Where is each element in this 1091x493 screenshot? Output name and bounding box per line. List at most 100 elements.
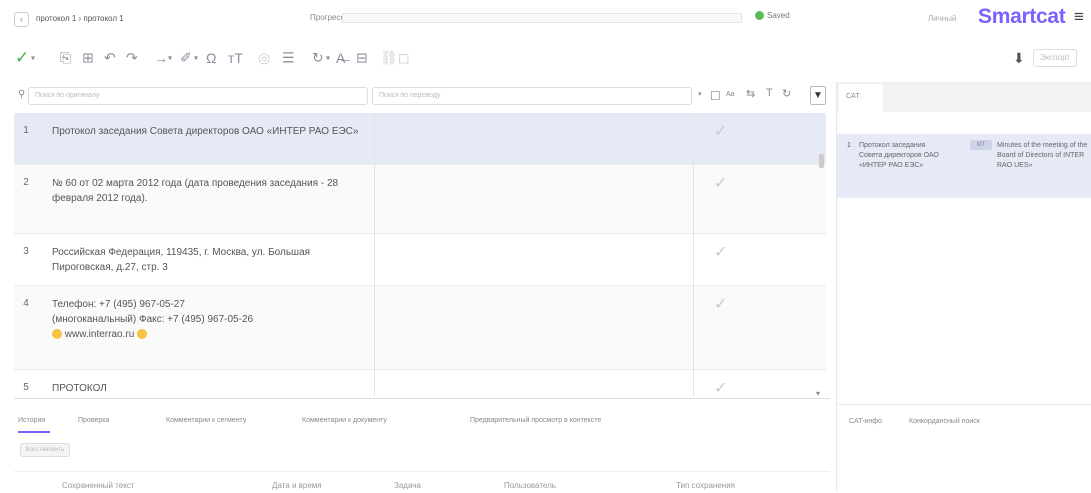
select-all-checkbox[interactable]: ☐ (710, 89, 721, 103)
match-type-badge: MT (970, 140, 992, 150)
tab-segment-comments[interactable]: Комментарии к сегменту (166, 417, 246, 424)
active-tab-indicator (18, 431, 50, 433)
match-case-toggle[interactable]: Aa (726, 91, 735, 98)
download-icon[interactable]: ⬇ (1013, 50, 1025, 67)
editor-toolbar: ✓ ▾ ⎘ ⊞ ↶ ↷ → ▾ ✐ ▾ Ω ᴛT ◎ ☰ ↻ ▾ A̶ ⊟ ⛓ … (0, 38, 1091, 78)
restore-button[interactable]: Восстановить (20, 443, 70, 457)
confirm-status-icon[interactable]: ✓ (714, 294, 727, 314)
segment-row[interactable]: 5 ПРОТОКОЛ ✓ (14, 370, 826, 396)
scroll-down-icon[interactable]: ▾ (816, 389, 820, 398)
segment-source: № 60 от 02 марта 2012 года (дата проведе… (52, 178, 339, 204)
segment-source-line: www.interrao.ru (52, 327, 362, 342)
filter-funnel-icon[interactable]: ▼ (810, 86, 826, 105)
insert-tags-icon[interactable]: ⊞ (82, 50, 94, 67)
segment-target-editor[interactable] (374, 165, 694, 233)
segment-target-editor[interactable] (374, 370, 694, 396)
segment-source: Российская Федерация, 119435, г. Москва,… (52, 247, 311, 273)
segment-number: 3 (23, 246, 29, 257)
segment-row[interactable]: 2 № 60 от 02 марта 2012 года (дата прове… (14, 165, 826, 234)
saved-label: Saved (767, 11, 790, 20)
replace-icon[interactable]: ⇆ (746, 87, 755, 100)
breadcrumb[interactable]: протокол 1 › протокол 1 (36, 14, 124, 23)
segment-number: 1 (23, 125, 29, 136)
text-format-icon[interactable]: T (766, 87, 773, 99)
next-dropdown-icon[interactable]: ▾ (168, 54, 172, 63)
comment-icon: ◻ (398, 49, 410, 66)
special-chars-icon[interactable]: Ω (206, 50, 216, 66)
refresh-filter-icon[interactable]: ↻ (782, 87, 791, 100)
source-link-text: www.interrao.ru (64, 329, 135, 340)
match-number: 1 (847, 142, 851, 149)
cat-panel: CAT 1 Протокол заседания Совета директор… (836, 82, 1091, 492)
segment-target-editor[interactable] (374, 234, 694, 285)
progress-label: Прогресс (310, 13, 345, 22)
hamburger-menu-icon[interactable]: ≡ (1074, 7, 1084, 27)
column-header: Задача (394, 481, 421, 490)
match-target: Minutes of the meeting of the Board of D… (997, 142, 1088, 169)
clear-dropdown-icon[interactable]: ▾ (194, 54, 198, 63)
cat-tab-bar: CAT (837, 82, 1091, 112)
tab-history[interactable]: История (18, 417, 45, 424)
confirm-status-icon[interactable]: ✓ (714, 173, 727, 193)
confirm-dropdown-icon[interactable]: ▾ (31, 54, 35, 63)
segment-target-editor[interactable] (374, 286, 694, 369)
tab-concordance[interactable]: Конкордансный поиск (909, 418, 980, 425)
history-icon[interactable]: ↻ (312, 50, 324, 67)
segment-number: 4 (23, 298, 29, 309)
export-button[interactable]: Экспорт (1033, 49, 1077, 67)
link-icon: ⛓ (380, 49, 398, 66)
saved-indicator-icon (755, 11, 764, 21)
redo-icon[interactable]: ↷ (126, 50, 138, 67)
tab-context-preview[interactable]: Предварительный просмотр в контексте (470, 417, 601, 424)
spellcheck-icon[interactable]: A̶ (336, 50, 345, 66)
next-unconfirmed-icon[interactable]: → (154, 50, 168, 66)
confirm-status-icon[interactable]: ✓ (714, 378, 727, 396)
tab-cat[interactable]: CAT (839, 84, 883, 112)
confirm-status-icon[interactable]: ✓ (714, 242, 727, 262)
segment-row[interactable]: 1 Протокол заседания Совета директоров О… (14, 113, 826, 165)
change-case-icon[interactable]: ᴛT (228, 50, 243, 66)
tag-open-icon[interactable] (52, 329, 62, 340)
segment-grid-scrollbar[interactable]: ▾ (815, 118, 826, 398)
segment-target-editor[interactable] (374, 113, 694, 164)
target-search-input[interactable]: Поиск по переводу (372, 87, 692, 105)
segment-number: 5 (23, 382, 29, 393)
target-search-options-icon[interactable]: ▾ (698, 90, 702, 98)
bottom-info-panel: История Проверка Комментарии к сегменту … (14, 398, 830, 492)
column-header: Тип сохранения (676, 481, 735, 490)
segment-source-line: (многоканальный) Факс: +7 (495) 967-05-2… (52, 314, 254, 325)
match-source: Протокол заседания Совета директоров ОАО… (859, 142, 939, 169)
segment-row[interactable]: 4 Телефон: +7 (495) 967-05-27 (многокана… (14, 286, 826, 370)
back-button[interactable]: ‹ (14, 12, 29, 27)
top-bar: ‹ протокол 1 › протокол 1 Прогресс Saved… (0, 0, 1091, 38)
tag-close-icon[interactable] (137, 329, 148, 340)
search-icon: ⚲ (18, 89, 26, 100)
segment-source-line: Телефон: +7 (495) 967-05-27 (52, 299, 185, 310)
history-dropdown-icon[interactable]: ▾ (326, 54, 330, 63)
column-header: Дата и время (272, 481, 322, 490)
scrollbar-thumb[interactable] (819, 154, 824, 168)
segment-row[interactable]: 3 Российская Федерация, 119435, г. Москв… (14, 234, 826, 286)
segment-filter-bar: ⚲ Поиск по оригиналу Поиск по переводу ▾… (14, 84, 830, 108)
tab-cat-info[interactable]: CAT-инфо (849, 418, 882, 425)
history-table-header: Сохраненный текст Дата и время Задача По… (14, 471, 830, 493)
column-header: Сохраненный текст (62, 481, 135, 490)
user-account-label[interactable]: Личный (928, 14, 957, 23)
clear-target-icon[interactable]: ✐ (180, 50, 192, 67)
panel-divider[interactable] (837, 404, 1091, 405)
source-search-input[interactable]: Поиск по оригиналу (28, 87, 368, 105)
confirm-segment-icon[interactable]: ✓ (15, 48, 29, 68)
segment-source: Телефон: +7 (495) 967-05-27 (многоканаль… (40, 286, 374, 342)
smartcat-logo: Smartcat (978, 5, 1066, 28)
save-status: Saved (755, 11, 790, 21)
tab-document-comments[interactable]: Комментарии к документу (302, 417, 387, 424)
align-icon[interactable]: ☰ (282, 50, 295, 67)
copy-source-icon[interactable]: ⎘ (60, 50, 71, 67)
confirm-status-icon[interactable]: ✓ (714, 121, 727, 141)
segment-source: ПРОТОКОЛ (52, 383, 107, 394)
progress-bar (342, 13, 742, 23)
tab-check[interactable]: Проверка (78, 417, 109, 424)
concordance-icon[interactable]: ⊟ (356, 50, 368, 67)
undo-icon[interactable]: ↶ (104, 50, 116, 67)
cat-match-row[interactable]: 1 Протокол заседания Совета директоров О… (837, 134, 1091, 198)
